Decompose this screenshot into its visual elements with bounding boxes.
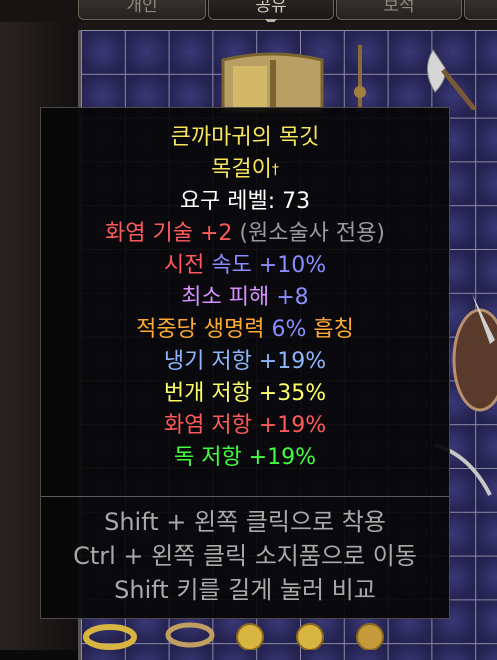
ethereal-mark: † <box>271 162 279 178</box>
spear-item-icon[interactable] <box>345 40 375 110</box>
stash-tab-bar: 개인 공유 보석 <box>0 0 497 26</box>
stat-fire-resist: 화염 저항 +19% <box>163 413 327 438</box>
tab-shared[interactable]: 공유 <box>208 0 334 26</box>
stat-lightning-resist: 번개 저항 +35% <box>163 381 327 406</box>
stat-fire-skills-value: 화염 기술 +2 <box>105 221 233 246</box>
item-name: 큰까마귀의 목깃 <box>170 125 320 150</box>
stat-life-leech-a: 적중당 생명력 <box>136 317 272 342</box>
tab-more[interactable] <box>464 0 497 20</box>
stat-cast-rate: 시전 속도 +10% <box>41 250 449 282</box>
hint-equip: Shift + 왼쪽 클릭으로 착용 <box>104 508 386 536</box>
tab-gems-label: 보석 <box>383 0 415 16</box>
item-base-type: 목걸이† <box>41 154 449 186</box>
tab-gems[interactable]: 보석 <box>336 0 462 20</box>
item-base-label: 목걸이 <box>211 157 272 182</box>
stat-min-damage-a: 최소 피해 <box>181 285 277 310</box>
tooltip-divider <box>41 496 449 497</box>
hint-move-inventory: Ctrl + 왼쪽 클릭 소지품으로 이동 <box>73 542 417 570</box>
stat-cast-rate-a: 시전 <box>163 253 212 278</box>
level-requirement: 요구 레벨: 73 <box>179 189 311 214</box>
stat-min-damage: 최소 피해 +8 <box>41 282 449 314</box>
stat-cast-rate-b: 속도 +10% <box>211 253 327 278</box>
stat-fire-skills: 화염 기술 +2 (원소술사 전용) <box>41 218 449 250</box>
stat-class-only: (원소술사 전용) <box>232 221 385 246</box>
blade-item-icon[interactable] <box>470 290 497 350</box>
stat-min-damage-b: +8 <box>276 285 309 310</box>
tab-personal-label: 개인 <box>126 0 158 16</box>
hint-compare: Shift 키를 길게 눌러 비교 <box>114 576 376 604</box>
stat-cold-resist: 냉기 저항 +19% <box>163 349 327 374</box>
stat-life-leech-c: 흡칭 <box>306 317 354 342</box>
tab-shared-label: 공유 <box>255 0 287 16</box>
stat-life-leech: 적중당 생명력 6% 흡칭 <box>41 314 449 346</box>
ring-items-row[interactable] <box>80 615 497 650</box>
tab-personal[interactable]: 개인 <box>78 0 206 20</box>
axe-item-icon[interactable] <box>415 40 485 110</box>
item-tooltip: 큰까마귀의 목깃 목걸이† 요구 레벨: 73 화염 기술 +2 (원소술사 전… <box>40 107 450 619</box>
stat-life-leech-b: 6% <box>271 317 307 342</box>
stat-poison-resist: 독 저항 +19% <box>173 445 317 470</box>
